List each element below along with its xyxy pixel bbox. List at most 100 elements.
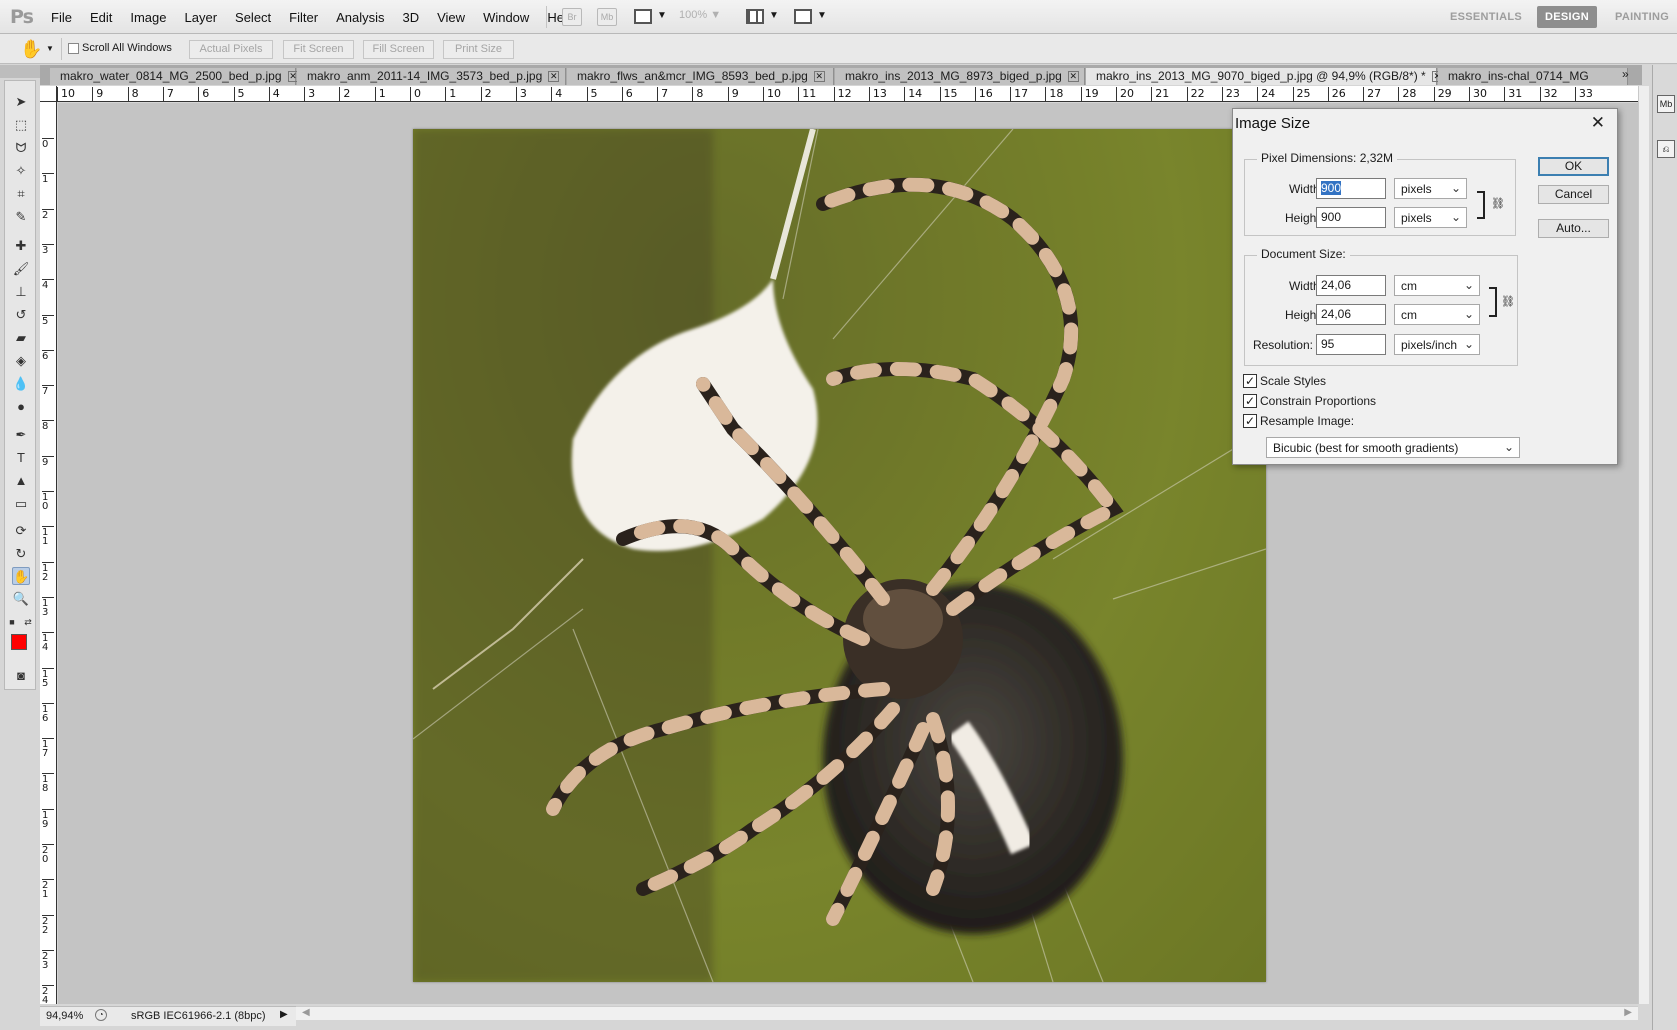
actual-pixels-button[interactable]: Actual Pixels xyxy=(189,40,273,59)
scale-styles-checkbox[interactable]: ✓ Scale Styles xyxy=(1243,374,1326,388)
close-icon[interactable]: ✕ xyxy=(813,71,825,83)
scroll-all-windows-checkbox[interactable]: Scroll All Windows xyxy=(68,42,172,54)
workspace-design[interactable]: DESIGN xyxy=(1537,6,1597,28)
status-zoom[interactable]: 94,94% xyxy=(46,1010,83,1022)
menu-filter[interactable]: Filter xyxy=(289,10,318,25)
scroll-right-icon[interactable]: ▶ xyxy=(1624,1007,1632,1018)
scroll-all-checkbox-box[interactable] xyxy=(68,42,79,54)
menu-window[interactable]: Window xyxy=(483,10,529,25)
clone-stamp-tool-icon[interactable]: ⊥ xyxy=(12,283,30,301)
resolution-unit-select[interactable]: pixels/inch ⌄ xyxy=(1394,334,1480,355)
tool-preset-dropdown-icon[interactable]: ▼ xyxy=(46,44,54,53)
close-icon[interactable]: ✕ xyxy=(1591,113,1605,133)
scroll-left-icon[interactable]: ◀ xyxy=(302,1007,310,1018)
fit-screen-button[interactable]: Fit Screen xyxy=(283,40,354,59)
resample-image-checkbox[interactable]: ✓ Resample Image: xyxy=(1243,414,1354,428)
hand-tool-icon[interactable]: ✋ xyxy=(12,567,30,585)
px-width-unit-select[interactable]: pixels ⌄ xyxy=(1394,178,1467,199)
dodge-tool-icon[interactable]: ● xyxy=(12,398,30,416)
rectangle-tool-icon[interactable]: ▭ xyxy=(12,495,30,513)
brush-tool-icon[interactable]: 🖌 xyxy=(12,260,30,278)
pen-tool-icon[interactable]: ✒ xyxy=(12,426,30,444)
healing-brush-tool-icon[interactable]: ✚ xyxy=(12,237,30,255)
swap-colors-icon[interactable]: ⇄ xyxy=(23,613,33,631)
tabs-overflow-icon[interactable]: » xyxy=(1622,67,1629,81)
history-brush-tool-icon[interactable]: ↺ xyxy=(12,306,30,324)
resolution-input[interactable]: 95 xyxy=(1316,334,1386,355)
fill-screen-button[interactable]: Fill Screen xyxy=(363,40,434,59)
constrain-proportions-checkbox[interactable]: ✓ Constrain Proportions xyxy=(1243,394,1376,408)
zoom-tool-icon[interactable]: 🔍 xyxy=(12,590,30,608)
menu-layer[interactable]: Layer xyxy=(185,10,218,25)
auto-button[interactable]: Auto... xyxy=(1538,219,1609,238)
bridge-icon[interactable]: Br xyxy=(562,8,582,26)
3d-orbit-tool-icon[interactable]: ↻ xyxy=(12,545,30,563)
marquee-tool-icon[interactable]: ⬚ xyxy=(12,116,30,134)
doc-height-unit-select[interactable]: cm ⌄ xyxy=(1394,304,1480,325)
ok-button[interactable]: OK xyxy=(1538,157,1609,176)
px-height-input[interactable]: 900 xyxy=(1316,207,1386,228)
menu-select[interactable]: Select xyxy=(235,10,271,25)
toolbar-header[interactable] xyxy=(0,65,40,78)
paint-bucket-tool-icon[interactable]: ◈ xyxy=(12,352,30,370)
lasso-tool-icon[interactable]: ᗢ xyxy=(12,139,30,157)
move-tool-icon[interactable]: ➤ xyxy=(12,93,30,111)
menu-file[interactable]: File xyxy=(51,10,72,25)
3d-rotate-tool-icon[interactable]: ⟳ xyxy=(12,522,30,540)
default-colors-icon[interactable]: ■ xyxy=(7,613,17,631)
crop-tool-icon[interactable]: ⌗ xyxy=(12,185,30,203)
path-selection-tool-icon[interactable]: ▲ xyxy=(12,472,30,490)
status-menu-icon[interactable]: ▶ xyxy=(280,1009,288,1020)
document-image[interactable] xyxy=(413,129,1266,982)
blur-tool-icon[interactable]: 💧 xyxy=(12,375,30,393)
history-panel-icon[interactable]: ⎌ xyxy=(1657,140,1675,158)
horizontal-ruler[interactable]: 10 9 8 7 6 5 4 3 2 1 0 1 2 3 4 5 6 7 8 9 10 11 12 13 14 15 16 17 18 1… xyxy=(57,86,1640,102)
px-height-unit-select[interactable]: pixels ⌄ xyxy=(1394,207,1467,228)
close-icon[interactable]: ✕ xyxy=(1067,71,1079,83)
arrange-documents-icon[interactable] xyxy=(746,9,764,24)
checkmark-icon[interactable]: ✓ xyxy=(1243,394,1257,408)
quick-selection-tool-icon[interactable]: ✧ xyxy=(12,162,30,180)
quick-mask-icon[interactable]: ◙ xyxy=(12,667,30,685)
eraser-tool-icon[interactable]: ▰ xyxy=(12,329,30,347)
tab-doc-3[interactable]: makro_flws_an&mcr_IMG_8593_bed_p.jpg ✕ xyxy=(567,68,834,85)
vertical-scrollbar[interactable] xyxy=(1638,86,1649,1004)
view-extras-dropdown-icon[interactable]: ▼ xyxy=(657,10,667,21)
px-width-input[interactable]: 900 xyxy=(1316,178,1386,199)
menu-analysis[interactable]: Analysis xyxy=(336,10,384,25)
minibridge-icon[interactable]: Mb xyxy=(597,8,617,26)
eyedropper-tool-icon[interactable]: ✎ xyxy=(12,208,30,226)
zoom-level-combo[interactable]: 100% ▼ xyxy=(679,9,721,21)
menu-view[interactable]: View xyxy=(437,10,465,25)
doc-width-input[interactable]: 24,06 xyxy=(1316,275,1386,296)
screen-mode-icon[interactable] xyxy=(794,9,812,24)
close-icon[interactable]: ✕ xyxy=(548,71,560,83)
screen-mode-dropdown-icon[interactable]: ▼ xyxy=(817,10,827,21)
arrange-dropdown-icon[interactable]: ▼ xyxy=(769,10,779,21)
tab-doc-6[interactable]: makro_ins-chal_0714_MG xyxy=(1438,68,1628,85)
menu-image[interactable]: Image xyxy=(130,10,166,25)
menu-3d[interactable]: 3D xyxy=(402,10,419,25)
checkmark-icon[interactable]: ✓ xyxy=(1243,414,1257,428)
type-tool-icon[interactable]: T xyxy=(12,449,30,467)
vertical-ruler[interactable]: 0 1 2 3 4 5 6 7 8 9 10 11 12 13 14 15 16 17 18 19 20 21 22 23 24 xyxy=(40,102,57,1004)
doc-width-unit-select[interactable]: cm ⌄ xyxy=(1394,275,1480,296)
tab-doc-4[interactable]: makro_ins_2013_MG_8973_biged_p.jpg ✕ xyxy=(835,68,1085,85)
view-extras-icon[interactable] xyxy=(634,9,652,24)
workspace-essentials[interactable]: ESSENTIALS xyxy=(1442,6,1530,28)
horizontal-scrollbar[interactable]: ◀ ▶ xyxy=(296,1006,1638,1020)
workspace-painting[interactable]: PAINTING xyxy=(1607,6,1677,28)
menu-edit[interactable]: Edit xyxy=(90,10,112,25)
status-info-icon[interactable]: ◔ xyxy=(95,1009,107,1021)
tab-doc-active[interactable]: makro_ins_2013_MG_9070_biged_p.jpg @ 94,… xyxy=(1086,68,1443,85)
foreground-color-swatch[interactable] xyxy=(11,634,27,650)
cancel-button[interactable]: Cancel xyxy=(1538,185,1609,204)
minibridge-panel-icon[interactable]: Mb xyxy=(1657,95,1675,113)
ruler-origin[interactable] xyxy=(40,86,57,102)
tab-doc-1[interactable]: makro_water_0814_MG_2500_bed_p.jpg ✕ xyxy=(50,68,299,85)
hand-tool-icon[interactable]: ✋ xyxy=(20,39,42,60)
tab-doc-2[interactable]: makro_anm_2011-14_IMG_3573_bed_p.jpg ✕ xyxy=(297,68,566,85)
resample-method-select[interactable]: Bicubic (best for smooth gradients) ⌄ xyxy=(1266,437,1520,458)
print-size-button[interactable]: Print Size xyxy=(443,40,514,59)
checkmark-icon[interactable]: ✓ xyxy=(1243,374,1257,388)
